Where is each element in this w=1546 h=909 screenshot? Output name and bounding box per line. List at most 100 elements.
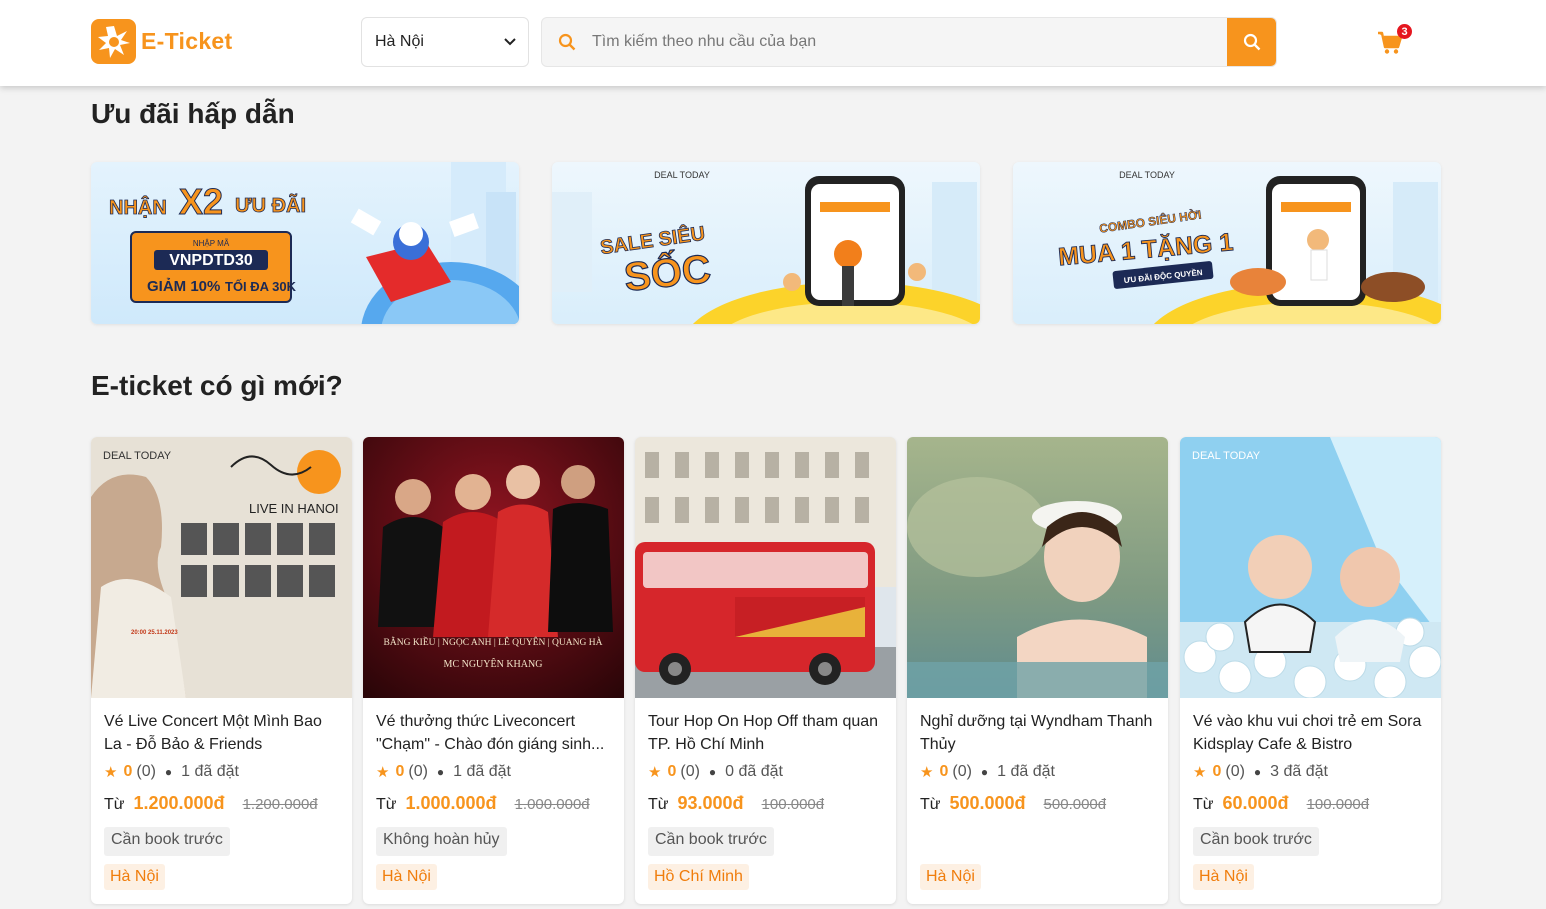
event-card[interactable]: Nghỉ dưỡng tại Wyndham Thanh Thủy ★ 0 (0… [907, 437, 1168, 904]
search-button[interactable] [1227, 18, 1276, 66]
separator-dot: ● [1253, 765, 1262, 779]
star-icon: ★ [1193, 764, 1207, 781]
original-price: 100.000đ [761, 796, 825, 813]
chevron-down-icon [504, 38, 516, 46]
event-card[interactable]: Tour Hop On Hop Off tham quan TP. Hồ Chí… [635, 437, 896, 904]
card-1-img-date: 20:00 25.11.2023 [131, 630, 178, 636]
rating-value: 0 [123, 763, 133, 780]
star-icon: ★ [104, 764, 118, 781]
original-price: 1.200.000đ [242, 796, 318, 813]
event-card-image: DEAL TODAY LIVE IN HANOI 20:00 25.11.202… [91, 437, 352, 698]
current-price: 60.000đ [1222, 793, 1289, 813]
event-card-price: Từ 93.000đ 100.000đ [648, 793, 883, 817]
cart-button[interactable]: 3 [1377, 24, 1417, 60]
promo-1-line2: ƯU ĐÃI [235, 194, 306, 217]
review-count: (0) [408, 763, 428, 780]
price-prefix: Từ [104, 796, 125, 813]
cart-count-badge: 3 [1397, 24, 1412, 39]
review-count: (0) [680, 763, 700, 780]
card-5-brand: DEAL TODAY [1192, 450, 1261, 462]
search-input[interactable] [592, 18, 1227, 66]
city-select[interactable]: Hà Nội [361, 17, 529, 67]
current-price: 500.000đ [949, 793, 1026, 813]
rating-value: 0 [395, 763, 405, 780]
promo-3-brand: DEAL TODAY [1119, 170, 1175, 180]
card-1-brand: DEAL TODAY [103, 450, 172, 462]
card-1-img-text: LIVE IN HANOI [249, 501, 339, 516]
event-card-rating: ★ 0 (0) ● 0 đã đặt [648, 760, 883, 784]
original-price: 1.000.000đ [514, 796, 590, 813]
rating-value: 0 [667, 763, 677, 780]
event-card-title: Vé Live Concert Một Mình Bao La - Đỗ Bảo… [104, 713, 322, 753]
rating-value: 0 [939, 763, 949, 780]
separator-dot: ● [980, 765, 989, 779]
logo-star-icon [91, 19, 136, 64]
promo-1-code-label: NHẬP MÃ [193, 239, 230, 248]
review-count: (0) [136, 763, 156, 780]
event-card-rating: ★ 0 (0) ● 1 đã đặt [920, 760, 1155, 784]
event-card-rating: ★ 0 (0) ● 1 đã đặt [104, 760, 339, 784]
event-card-price: Từ 1.000.000đ 1.000.000đ [376, 793, 611, 817]
event-card-title: Vé thưởng thức Liveconcert "Chạm" - Chào… [376, 713, 605, 753]
event-card-image [635, 437, 896, 698]
star-icon: ★ [648, 764, 662, 781]
sold-count: 0 đã đặt [725, 763, 783, 780]
promos-section-title: Ưu đãi hấp dẫn [91, 98, 295, 129]
search-icon [542, 33, 592, 51]
event-card-rating: ★ 0 (0) ● 3 đã đặt [1193, 760, 1428, 784]
promo-1-discount: GIẢM 10% [147, 278, 220, 295]
location-tag: Hà Nội [376, 864, 437, 890]
location-tag: Hà Nội [1193, 864, 1254, 890]
sold-count: 1 đã đặt [181, 763, 239, 780]
logo[interactable]: E-Ticket [91, 19, 232, 64]
event-card[interactable]: DEAL TODAY Vé vào khu vui chơi trẻ em So… [1180, 437, 1441, 904]
site-header: E-Ticket Hà Nội 3 [0, 0, 1546, 86]
price-prefix: Từ [920, 796, 941, 813]
event-card-title: Vé vào khu vui chơi trẻ em Sora Kidsplay… [1193, 713, 1422, 753]
star-icon: ★ [920, 764, 934, 781]
location-tag: Hà Nội [920, 864, 981, 890]
promo-1-code: VNPDTD30 [169, 252, 253, 269]
event-card[interactable]: BẰNG KIỀU | NGỌC ANH | LÊ QUYÊN | QUANG … [363, 437, 624, 904]
event-card-image: DEAL TODAY [1180, 437, 1441, 698]
current-price: 1.000.000đ [405, 793, 497, 813]
original-price: 100.000đ [1306, 796, 1370, 813]
policy-tag: Cần book trước [1193, 827, 1319, 856]
price-prefix: Từ [648, 796, 669, 813]
promo-2-brand: DEAL TODAY [654, 170, 710, 180]
policy-tag: Không hoàn hủy [376, 827, 507, 856]
location-tag: Hà Nội [104, 864, 165, 890]
star-icon: ★ [376, 764, 390, 781]
rating-value: 0 [1212, 763, 1222, 780]
event-card-image [907, 437, 1168, 698]
location-tag: Hồ Chí Minh [648, 864, 749, 890]
current-price: 1.200.000đ [133, 793, 225, 813]
current-price: 93.000đ [677, 793, 744, 813]
event-card-price: Từ 500.000đ 500.000đ [920, 793, 1155, 817]
price-prefix: Từ [1193, 796, 1214, 813]
promo-1-big: X2 [179, 181, 223, 222]
sold-count: 1 đã đặt [453, 763, 511, 780]
logo-text: E-Ticket [141, 28, 233, 54]
search-icon [1243, 33, 1260, 51]
promo-banner-sale[interactable]: DEAL TODAY SALE SIÊU SỐC [552, 162, 980, 324]
event-card-price: Từ 60.000đ 100.000đ [1193, 793, 1428, 817]
original-price: 500.000đ [1043, 796, 1107, 813]
event-card-rating: ★ 0 (0) ● 1 đã đặt [376, 760, 611, 784]
promo-banner-x2[interactable]: NHẬN X2 ƯU ĐÃI NHẬP MÃ VNPDTD30 GIẢM 10%… [91, 162, 519, 324]
price-prefix: Từ [376, 796, 397, 813]
city-select-value: Hà Nội [375, 33, 424, 50]
review-count: (0) [1225, 763, 1245, 780]
promo-banner-combo[interactable]: DEAL TODAY COMBO SIÊU HỜI MUA 1 TẶNG 1 Ư… [1013, 162, 1441, 324]
sold-count: 1 đã đặt [997, 763, 1055, 780]
promo-1-max: TỐI ĐA 30K [225, 279, 297, 294]
event-card[interactable]: DEAL TODAY LIVE IN HANOI 20:00 25.11.202… [91, 437, 352, 904]
review-count: (0) [952, 763, 972, 780]
event-card-price: Từ 1.200.000đ 1.200.000đ [104, 793, 339, 817]
separator-dot: ● [708, 765, 717, 779]
sold-count: 3 đã đặt [1270, 763, 1328, 780]
promo-1-line1: NHẬN [109, 195, 167, 219]
event-card-image: BẰNG KIỀU | NGỌC ANH | LÊ QUYÊN | QUANG … [363, 437, 624, 698]
policy-tag: Cần book trước [648, 827, 774, 856]
new-section-title: E-ticket có gì mới? [91, 370, 343, 401]
